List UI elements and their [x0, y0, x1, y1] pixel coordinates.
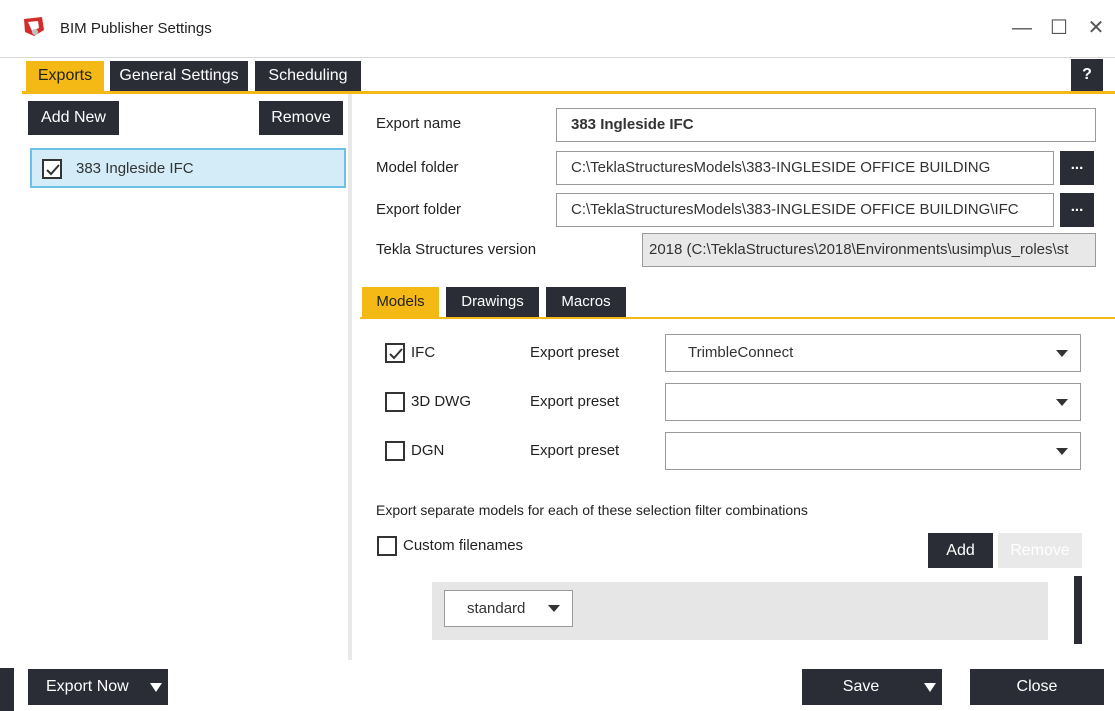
export-now-button[interactable]: Export Now — [28, 669, 168, 705]
chevron-down-icon[interactable] — [924, 683, 936, 692]
dgn-label: DGN — [411, 442, 445, 459]
remove-filter-button[interactable]: Remove — [998, 533, 1082, 568]
remove-export-button[interactable]: Remove — [259, 101, 343, 135]
export-folder-browse-button[interactable]: ... — [1060, 193, 1094, 227]
custom-filenames-checkbox[interactable] — [377, 536, 397, 556]
custom-filenames-label: Custom filenames — [403, 537, 524, 554]
chevron-down-icon — [1056, 399, 1068, 406]
dgn-checkbox[interactable] — [385, 441, 405, 461]
3d-dwg-checkbox[interactable] — [385, 392, 405, 412]
selection-filter-heading: Export separate models for each of these… — [376, 502, 808, 518]
export-folder-label: Export folder — [376, 201, 462, 218]
tab-general-settings[interactable]: General Settings — [110, 61, 248, 91]
tekla-version-label: Tekla Structures version — [376, 241, 537, 258]
export-enabled-checkbox[interactable] — [42, 159, 62, 179]
tab-drawings[interactable]: Drawings — [446, 287, 539, 317]
selection-filter-value: standard — [467, 600, 526, 617]
subtab-underline — [360, 317, 1115, 319]
save-label: Save — [842, 678, 880, 695]
export-list-item-label: 383 Ingleside IFC — [76, 160, 194, 177]
3d-dwg-preset-dropdown[interactable] — [665, 383, 1081, 421]
tab-models[interactable]: Models — [362, 287, 439, 317]
dgn-preset-label: Export preset — [530, 442, 620, 459]
add-filter-button[interactable]: Add — [928, 533, 993, 568]
dgn-preset-dropdown[interactable] — [665, 432, 1081, 470]
ifc-preset-value: TrimbleConnect — [688, 344, 794, 361]
ifc-label: IFC — [411, 344, 436, 361]
export-list-item[interactable]: 383 Ingleside IFC — [30, 148, 346, 188]
window-title: BIM Publisher Settings — [60, 20, 212, 37]
minimize-button[interactable]: — — [1007, 14, 1037, 42]
help-button[interactable]: ? — [1071, 59, 1103, 91]
maximize-button[interactable]: ☐ — [1044, 14, 1074, 42]
chevron-down-icon — [1056, 448, 1068, 455]
ifc-preset-label: Export preset — [530, 344, 620, 361]
add-new-button[interactable]: Add New — [28, 101, 119, 135]
chevron-down-icon — [548, 605, 560, 612]
model-folder-browse-button[interactable]: ... — [1060, 151, 1094, 185]
export-folder-field[interactable]: C:\TeklaStructuresModels\383-INGLESIDE O… — [556, 193, 1054, 227]
export-name-field[interactable]: 383 Ingleside IFC — [556, 108, 1096, 142]
chevron-down-icon — [1056, 350, 1068, 357]
ifc-preset-dropdown[interactable]: TrimbleConnect — [665, 334, 1081, 372]
scrollbar[interactable] — [1074, 576, 1082, 644]
3d-dwg-preset-label: Export preset — [530, 393, 620, 410]
ifc-checkbox[interactable] — [385, 343, 405, 363]
selection-filter-dropdown[interactable]: standard — [444, 590, 573, 627]
chevron-down-icon[interactable] — [150, 683, 162, 692]
model-folder-label: Model folder — [376, 159, 459, 176]
tab-exports[interactable]: Exports — [26, 61, 104, 91]
app-logo-icon — [22, 16, 46, 38]
tab-scheduling[interactable]: Scheduling — [255, 61, 361, 91]
export-now-label: Export Now — [46, 678, 129, 695]
tekla-version-field[interactable]: 2018 (C:\TeklaStructures\2018\Environmen… — [642, 233, 1096, 267]
3d-dwg-label: 3D DWG — [411, 393, 471, 410]
close-window-button[interactable]: ✕ — [1081, 14, 1111, 42]
tab-macros[interactable]: Macros — [546, 287, 626, 317]
save-button[interactable]: Save — [802, 669, 942, 705]
close-button[interactable]: Close — [970, 669, 1104, 705]
export-name-label: Export name — [376, 115, 462, 132]
model-folder-field[interactable]: C:\TeklaStructuresModels\383-INGLESIDE O… — [556, 151, 1054, 185]
background-taskbar-edge — [0, 668, 14, 711]
